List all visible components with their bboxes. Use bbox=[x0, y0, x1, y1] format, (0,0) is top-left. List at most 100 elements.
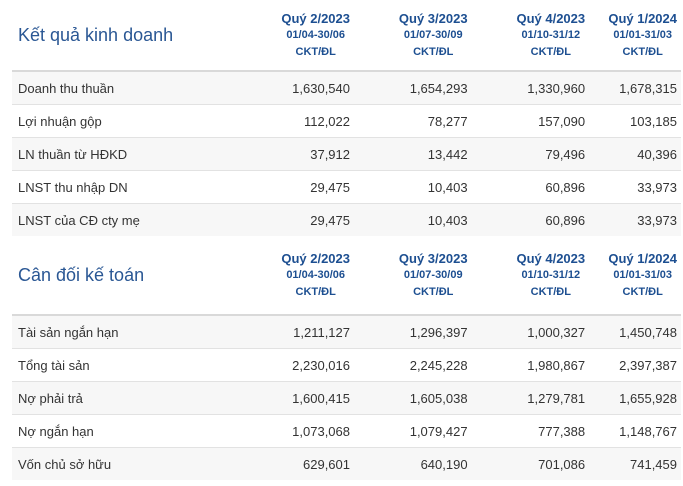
row-label: Nợ phải trả bbox=[12, 381, 243, 415]
balance-rows: Tài sản ngắn hạn 1,211,127 1,296,397 1,0… bbox=[12, 314, 681, 480]
quarter-range: 01/04-30/06 bbox=[286, 268, 346, 281]
table-row: Nợ phải trả 1,600,415 1,605,038 1,279,78… bbox=[12, 381, 681, 415]
row-value: 78,277 bbox=[360, 104, 478, 138]
quarter-range: 01/07-30/09 bbox=[403, 268, 463, 281]
table-row: LNST của CĐ cty mẹ 29,475 10,403 60,896 … bbox=[12, 203, 681, 236]
quarter-unit: CKT/ĐL bbox=[295, 45, 336, 58]
quarter-range: 01/01-31/03 bbox=[613, 268, 673, 281]
row-value: 29,475 bbox=[242, 203, 360, 236]
quarter-header: Quý 4/2023 01/10-31/12 CKT/ĐL bbox=[478, 0, 596, 71]
row-value: 2,230,016 bbox=[242, 348, 360, 382]
row-value: 1,079,427 bbox=[360, 414, 478, 448]
row-label: LN thuần từ HĐKD bbox=[12, 137, 243, 171]
quarter-unit: CKT/ĐL bbox=[530, 45, 571, 58]
row-label: Tài sản ngắn hạn bbox=[12, 314, 243, 349]
row-value: 1,296,397 bbox=[360, 314, 478, 349]
quarter-header: Quý 3/2023 01/07-30/09 CKT/ĐL bbox=[360, 236, 478, 315]
financial-summary: Kết quả kinh doanh Quý 2/2023 01/04-30/0… bbox=[0, 0, 683, 480]
row-value: 701,086 bbox=[477, 447, 596, 480]
row-value: 1,000,327 bbox=[477, 314, 596, 349]
row-label: Nợ ngắn hạn bbox=[12, 414, 243, 448]
row-label: LNST của CĐ cty mẹ bbox=[12, 203, 243, 236]
row-label: Lợi nhuận gộp bbox=[12, 104, 243, 138]
quarter-range: 01/10-31/12 bbox=[521, 28, 581, 41]
table-row: Doanh thu thuần 1,630,540 1,654,293 1,33… bbox=[12, 70, 681, 105]
quarter-range: 01/04-30/06 bbox=[286, 28, 346, 41]
row-value: 37,912 bbox=[242, 137, 360, 171]
quarter-unit: CKT/ĐL bbox=[295, 285, 336, 298]
row-value: 29,475 bbox=[242, 170, 360, 204]
table-row: Lợi nhuận gộp 112,022 78,277 157,090 103… bbox=[12, 104, 681, 138]
table-row: LNST thu nhập DN 29,475 10,403 60,896 33… bbox=[12, 170, 681, 204]
quarter-range: 01/01-31/03 bbox=[613, 28, 673, 41]
row-value: 60,896 bbox=[477, 170, 596, 204]
table-row: Tổng tài sản 2,230,016 2,245,228 1,980,8… bbox=[12, 348, 681, 382]
row-value: 103,185 bbox=[595, 104, 681, 138]
row-label: Vốn chủ sở hữu bbox=[12, 447, 243, 480]
row-label: LNST thu nhập DN bbox=[12, 170, 243, 204]
quarter-unit: CKT/ĐL bbox=[413, 285, 454, 298]
row-value: 1,279,781 bbox=[477, 381, 596, 415]
row-value: 777,388 bbox=[477, 414, 596, 448]
quarter-name: Quý 4/2023 bbox=[516, 10, 586, 26]
row-value: 1,654,293 bbox=[360, 70, 478, 105]
row-label: Tổng tài sản bbox=[12, 348, 243, 382]
row-value: 2,245,228 bbox=[360, 348, 478, 382]
table-row: Vốn chủ sở hữu 629,601 640,190 701,086 7… bbox=[12, 447, 681, 480]
section-title-balance: Cân đối kế toán bbox=[18, 264, 145, 285]
balance-sheet-table: Cân đối kế toán Quý 2/2023 01/04-30/06 C… bbox=[12, 236, 681, 480]
row-value: 157,090 bbox=[477, 104, 596, 138]
quarter-name: Quý 1/2024 bbox=[608, 10, 677, 26]
row-value: 13,442 bbox=[360, 137, 478, 171]
quarter-name: Quý 4/2023 bbox=[516, 250, 586, 266]
quarter-name: Quý 2/2023 bbox=[281, 10, 350, 26]
row-value: 1,630,540 bbox=[242, 70, 360, 105]
row-value: 1,678,315 bbox=[595, 70, 681, 105]
table-row: LN thuần từ HĐKD 37,912 13,442 79,496 40… bbox=[12, 137, 681, 171]
income-statement-table: Kết quả kinh doanh Quý 2/2023 01/04-30/0… bbox=[12, 0, 681, 236]
row-value: 1,073,068 bbox=[242, 414, 360, 448]
quarter-unit: CKT/ĐL bbox=[622, 285, 663, 298]
quarter-unit: CKT/ĐL bbox=[413, 45, 454, 58]
row-value: 79,496 bbox=[477, 137, 596, 171]
row-label: Doanh thu thuần bbox=[12, 70, 243, 105]
quarter-range: 01/10-31/12 bbox=[521, 268, 581, 281]
row-value: 112,022 bbox=[242, 104, 360, 138]
row-value: 1,211,127 bbox=[242, 314, 360, 349]
quarter-header: Quý 2/2023 01/04-30/06 CKT/ĐL bbox=[242, 236, 360, 315]
table-row: Tài sản ngắn hạn 1,211,127 1,296,397 1,0… bbox=[12, 314, 681, 349]
row-value: 741,459 bbox=[595, 447, 681, 480]
row-value: 40,396 bbox=[595, 137, 681, 171]
row-value: 1,450,748 bbox=[595, 314, 681, 349]
row-value: 1,330,960 bbox=[477, 70, 596, 105]
row-value: 33,973 bbox=[595, 170, 681, 204]
quarter-header: Quý 1/2024 01/01-31/03 CKT/ĐL bbox=[595, 236, 681, 315]
income-header-row: Kết quả kinh doanh Quý 2/2023 01/04-30/0… bbox=[12, 0, 681, 71]
row-value: 1,600,415 bbox=[242, 381, 360, 415]
row-value: 640,190 bbox=[360, 447, 478, 480]
quarter-range: 01/07-30/09 bbox=[403, 28, 463, 41]
table-row: Nợ ngắn hạn 1,073,068 1,079,427 777,388 … bbox=[12, 414, 681, 448]
quarter-header: Quý 1/2024 01/01-31/03 CKT/ĐL bbox=[595, 0, 681, 71]
income-rows: Doanh thu thuần 1,630,540 1,654,293 1,33… bbox=[12, 70, 681, 236]
row-value: 10,403 bbox=[360, 170, 478, 204]
quarter-header: Quý 2/2023 01/04-30/06 CKT/ĐL bbox=[242, 0, 360, 71]
row-value: 33,973 bbox=[595, 203, 681, 236]
row-value: 1,605,038 bbox=[360, 381, 478, 415]
row-value: 2,397,387 bbox=[595, 348, 681, 382]
quarter-unit: CKT/ĐL bbox=[622, 45, 663, 58]
row-value: 1,980,867 bbox=[477, 348, 596, 382]
quarter-name: Quý 3/2023 bbox=[398, 10, 468, 26]
row-value: 1,148,767 bbox=[595, 414, 681, 448]
row-value: 60,896 bbox=[477, 203, 596, 236]
quarter-name: Quý 2/2023 bbox=[281, 250, 350, 266]
balance-header-row: Cân đối kế toán Quý 2/2023 01/04-30/06 C… bbox=[12, 236, 681, 315]
row-value: 1,655,928 bbox=[595, 381, 681, 415]
quarter-header: Quý 4/2023 01/10-31/12 CKT/ĐL bbox=[478, 236, 596, 315]
quarter-name: Quý 1/2024 bbox=[608, 250, 677, 266]
row-value: 10,403 bbox=[360, 203, 478, 236]
quarter-header: Quý 3/2023 01/07-30/09 CKT/ĐL bbox=[360, 0, 478, 71]
row-value: 629,601 bbox=[242, 447, 360, 480]
section-title-income: Kết quả kinh doanh bbox=[18, 24, 174, 45]
quarter-name: Quý 3/2023 bbox=[398, 250, 468, 266]
